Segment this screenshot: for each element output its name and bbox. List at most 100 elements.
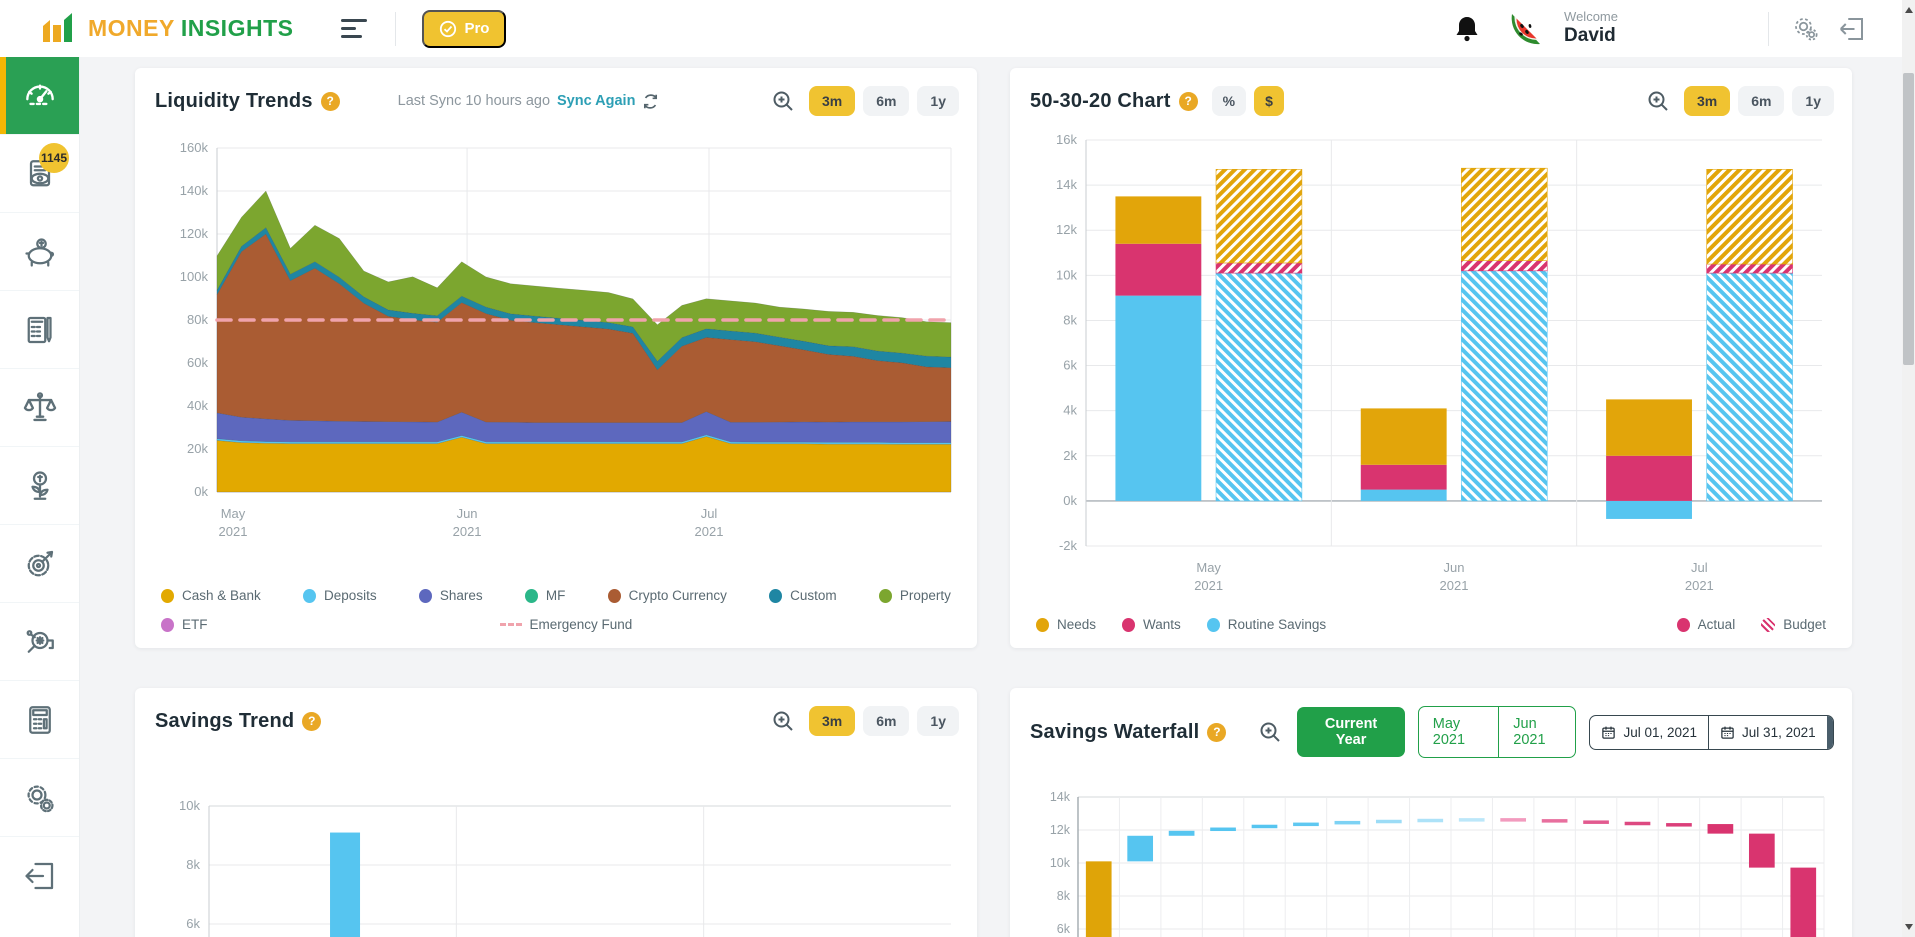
- user-avatar[interactable]: [1506, 8, 1550, 50]
- scrollbar-thumb[interactable]: [1903, 73, 1914, 365]
- scrollbar-up-arrow[interactable]: [1902, 2, 1915, 18]
- piggy-bank-icon: [22, 234, 58, 270]
- savings-trend-chart: 10k8k6k4k2k0k: [151, 796, 961, 937]
- savings-trend-help-icon[interactable]: ?: [302, 712, 321, 731]
- range-button-6m[interactable]: 6m: [863, 706, 909, 736]
- liquidity-title: Liquidity Trends: [155, 90, 313, 113]
- range-button-1y[interactable]: 1y: [917, 706, 959, 736]
- analysis-magnifier-icon: [22, 624, 58, 660]
- liquidity-trends-panel: Liquidity Trends ? Last Sync 10 hours ag…: [135, 68, 977, 648]
- svg-text:14k: 14k: [1050, 790, 1071, 804]
- liquidity-help-icon[interactable]: ?: [321, 92, 340, 111]
- legend-item-actual[interactable]: Actual: [1677, 617, 1736, 632]
- svg-text:4k: 4k: [1063, 403, 1077, 418]
- app-root: MONEYINSIGHTS Pro: [0, 0, 1915, 937]
- legend-item-budget[interactable]: Budget: [1761, 617, 1826, 632]
- svg-text:2021: 2021: [219, 524, 248, 539]
- month-button-may[interactable]: May 2021: [1419, 707, 1498, 757]
- gears-icon: [22, 780, 58, 816]
- svg-text:0k: 0k: [1063, 493, 1077, 508]
- svg-text:8k: 8k: [1063, 312, 1077, 327]
- sidebar-item-dashboard[interactable]: [0, 57, 79, 135]
- sidebar-item-net-worth[interactable]: [0, 369, 79, 447]
- sidebar-item-analysis[interactable]: [0, 603, 79, 681]
- sidebar-item-investments[interactable]: [0, 447, 79, 525]
- svg-text:-2k: -2k: [1059, 538, 1078, 553]
- legend-swatch: [303, 589, 316, 603]
- sidebar-item-calculators[interactable]: [0, 681, 79, 759]
- savings-waterfall-help-icon[interactable]: ?: [1207, 723, 1226, 742]
- svg-text:Jun: Jun: [1444, 560, 1465, 575]
- date-to-field[interactable]: Jul 31, 2021: [1708, 716, 1827, 749]
- savings-trend-panel: Savings Trend ? 3m6m1y 10k8k6k4k2k0k: [135, 688, 977, 937]
- range-button-6m[interactable]: 6m: [863, 86, 909, 116]
- page-scrollbar[interactable]: [1902, 0, 1915, 937]
- range-button-6m[interactable]: 6m: [1738, 86, 1784, 116]
- refresh-icon[interactable]: [642, 93, 659, 110]
- legend-item-emergency-fund[interactable]: Emergency Fund: [500, 617, 633, 632]
- liquidity-zoom-icon[interactable]: [771, 89, 795, 113]
- savings-waterfall-title: Savings Waterfall: [1030, 721, 1199, 744]
- sidebar-item-logout[interactable]: [0, 837, 79, 915]
- brand-logo[interactable]: MONEYINSIGHTS: [40, 12, 293, 46]
- legend-swatch: [608, 589, 621, 603]
- menu-toggle-icon[interactable]: [341, 14, 369, 43]
- fifty-thirty-twenty-panel: 50-30-20 Chart ? %$ 3m6m1y -2k0k2k4k6k8k…: [1010, 68, 1852, 648]
- svg-text:160k: 160k: [180, 140, 209, 155]
- legend-item-cash-bank[interactable]: Cash & Bank: [161, 588, 261, 603]
- date-range-group: Jul 01, 2021 Jul 31, 2021 GO: [1589, 715, 1834, 750]
- legend-item-deposits[interactable]: Deposits: [303, 588, 377, 603]
- current-year-button[interactable]: Current Year: [1297, 707, 1404, 757]
- sidebar-item-review-transactions[interactable]: 1145: [0, 135, 79, 213]
- sync-again-link[interactable]: Sync Again: [557, 93, 635, 109]
- svg-text:6k: 6k: [1063, 358, 1077, 373]
- unit-toggle-dollar[interactable]: $: [1254, 86, 1284, 116]
- 503020-zoom-icon[interactable]: [1646, 89, 1670, 113]
- legend-swatch: [525, 589, 538, 603]
- legend-swatch: [879, 589, 892, 603]
- legend-item-mf[interactable]: MF: [525, 588, 566, 603]
- legend-item-crypto-currency[interactable]: Crypto Currency: [608, 588, 727, 603]
- scrollbar-down-arrow[interactable]: [1902, 919, 1915, 935]
- svg-text:6k: 6k: [186, 916, 200, 931]
- range-button-3m[interactable]: 3m: [1684, 86, 1730, 116]
- sidebar-item-budget[interactable]: [0, 291, 79, 369]
- legend-swatch: [161, 589, 174, 603]
- pro-badge-button[interactable]: Pro: [422, 10, 506, 48]
- range-button-3m[interactable]: 3m: [809, 86, 855, 116]
- unit-toggle-percent[interactable]: %: [1212, 86, 1246, 116]
- calculator-pencil-icon: [22, 312, 58, 348]
- svg-text:10k: 10k: [179, 798, 200, 813]
- range-button-1y[interactable]: 1y: [917, 86, 959, 116]
- legend-item-etf[interactable]: ETF: [161, 617, 208, 632]
- go-button[interactable]: GO: [1827, 716, 1834, 749]
- legend-item-routine-savings[interactable]: Routine Savings: [1207, 617, 1326, 632]
- legend-item-shares[interactable]: Shares: [419, 588, 483, 603]
- svg-text:2021: 2021: [695, 524, 724, 539]
- waterfall-zoom-icon[interactable]: [1258, 720, 1282, 744]
- savings-trend-zoom-icon[interactable]: [771, 709, 795, 733]
- savings-waterfall-panel: Savings Waterfall ? Current Year May 202…: [1010, 688, 1852, 937]
- legend-item-property[interactable]: Property: [879, 588, 951, 603]
- sidebar-item-settings[interactable]: [0, 759, 79, 837]
- legend-item-wants[interactable]: Wants: [1122, 617, 1181, 632]
- legend-item-needs[interactable]: Needs: [1036, 617, 1096, 632]
- 503020-help-icon[interactable]: ?: [1179, 92, 1198, 111]
- sidebar-item-goals[interactable]: [0, 525, 79, 603]
- range-button-1y[interactable]: 1y: [1792, 86, 1834, 116]
- month-button-jun[interactable]: Jun 2021: [1498, 707, 1575, 757]
- legend-swatch: [769, 589, 782, 603]
- legend-dash-swatch: [500, 623, 522, 626]
- notification-bell-icon[interactable]: [1454, 15, 1480, 43]
- svg-text:20k: 20k: [187, 441, 208, 456]
- sidebar-item-savings[interactable]: [0, 213, 79, 291]
- svg-text:14k: 14k: [1056, 177, 1077, 192]
- range-button-3m[interactable]: 3m: [809, 706, 855, 736]
- 503020-chart: -2k0k2k4k6k8k10k12k14k16kMay2021Jun2021J…: [1026, 126, 1836, 594]
- logout-icon[interactable]: [1837, 14, 1867, 44]
- legend-item-custom[interactable]: Custom: [769, 588, 837, 603]
- settings-gears-icon[interactable]: [1791, 14, 1821, 44]
- svg-text:8k: 8k: [1057, 889, 1071, 903]
- calendar-icon: [1720, 725, 1735, 740]
- date-from-field[interactable]: Jul 01, 2021: [1590, 716, 1708, 749]
